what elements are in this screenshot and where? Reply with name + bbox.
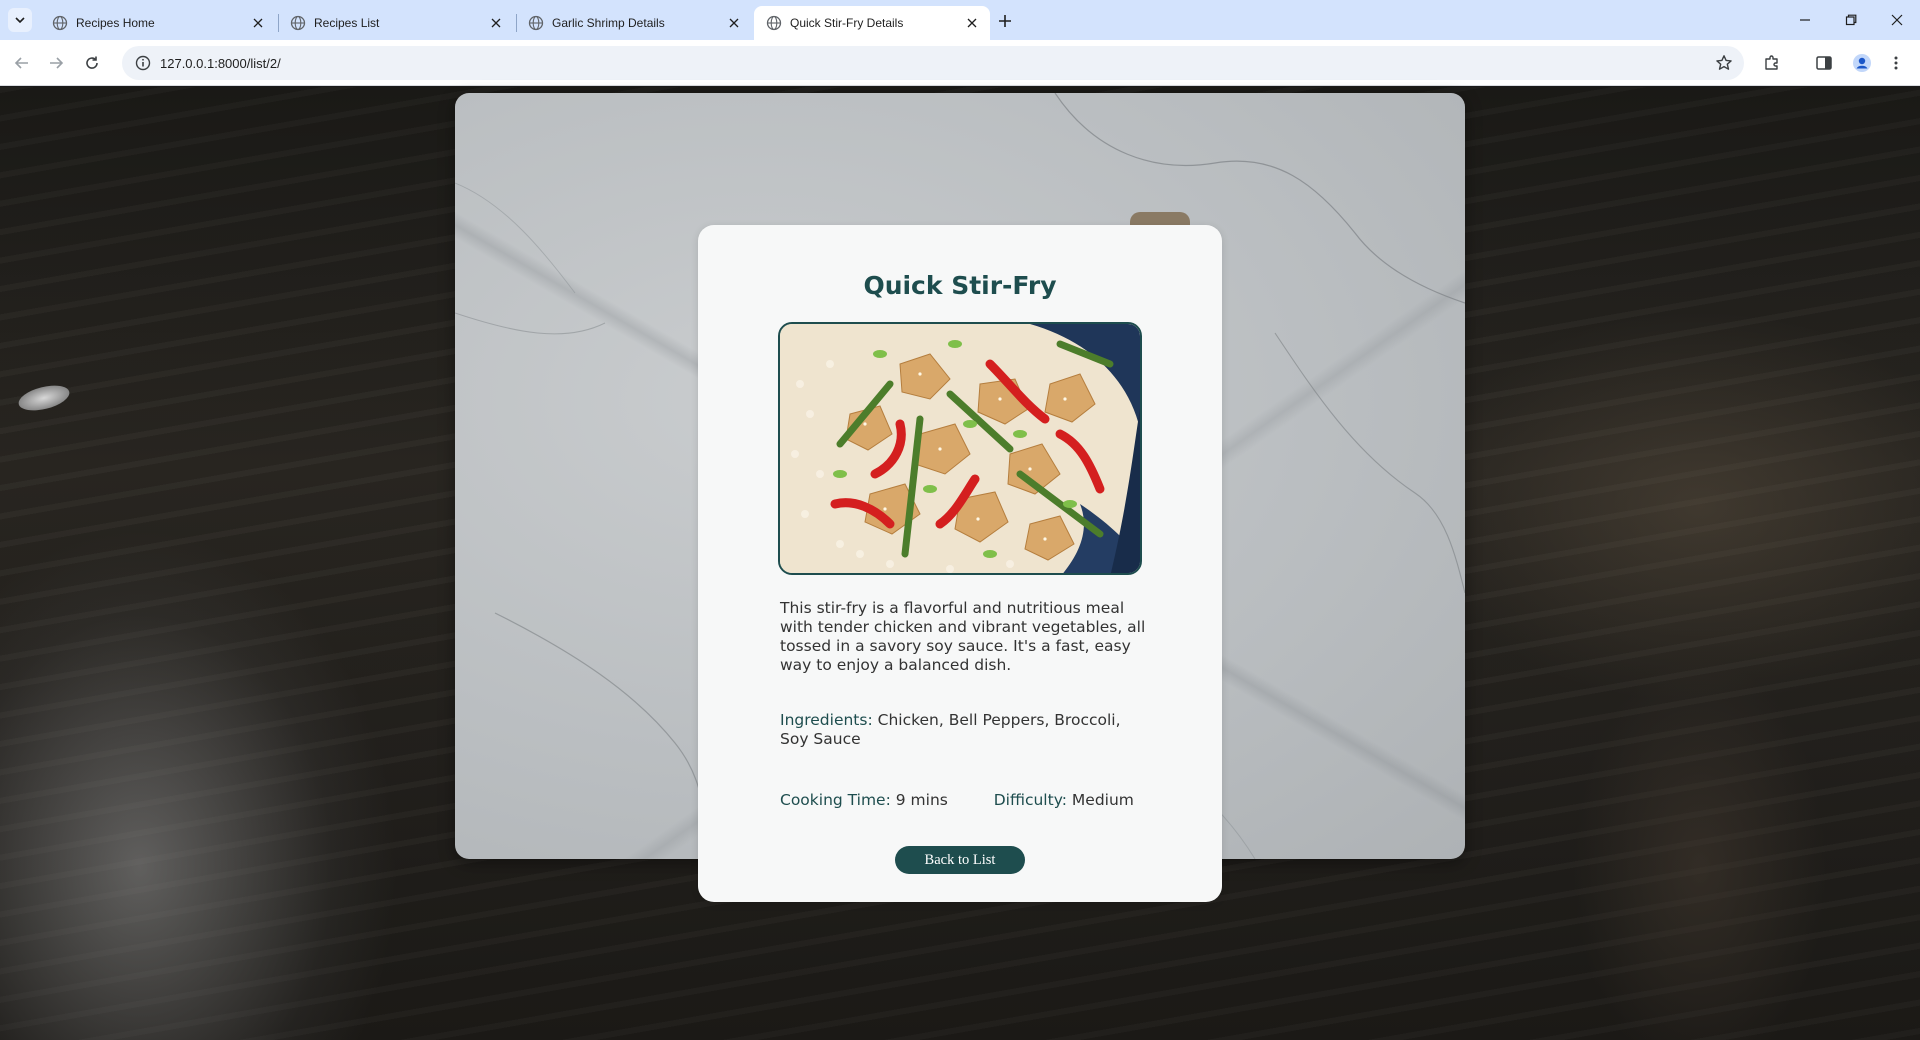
bookmark-star-icon[interactable] (1714, 53, 1734, 73)
close-icon (1891, 14, 1903, 26)
back-button[interactable] (10, 51, 34, 75)
tab-title: Quick Stir-Fry Details (790, 16, 904, 30)
close-icon[interactable] (964, 15, 980, 31)
tab-search-button[interactable] (8, 8, 32, 32)
extensions-button[interactable] (1760, 51, 1784, 75)
plus-icon (999, 15, 1011, 27)
recipe-ingredients: Ingredients: Chicken, Bell Peppers, Broc… (780, 711, 1150, 749)
tab-garlic-shrimp[interactable]: Garlic Shrimp Details (516, 6, 752, 40)
stir-fry-illustration (780, 324, 1140, 573)
background-lamp (16, 381, 72, 415)
globe-icon (290, 15, 306, 31)
globe-icon (766, 15, 782, 31)
new-tab-button[interactable] (993, 9, 1017, 33)
profile-button[interactable] (1850, 51, 1874, 75)
tab-quick-stir-fry[interactable]: Quick Stir-Fry Details (754, 6, 990, 40)
reload-icon (86, 56, 98, 69)
cooking-time-label: Cooking Time: (780, 791, 891, 809)
arrow-right-icon (50, 57, 64, 69)
tab-title: Garlic Shrimp Details (552, 16, 665, 30)
side-panel-button[interactable] (1812, 51, 1836, 75)
url-text: 127.0.0.1:8000/list/2/ (160, 55, 281, 71)
tab-title: Recipes Home (76, 16, 155, 30)
recipe-title: Quick Stir-Fry (863, 271, 1057, 300)
tab-title: Recipes List (314, 16, 380, 30)
menu-button[interactable] (1884, 51, 1908, 75)
arrow-left-icon (14, 57, 28, 69)
globe-icon (52, 15, 68, 31)
chevron-down-icon (15, 17, 25, 24)
browser-toolbar: 127.0.0.1:8000/list/2/ (0, 40, 1920, 86)
cooking-time-value: 9 mins (895, 791, 948, 809)
close-icon[interactable] (250, 15, 266, 31)
address-bar[interactable]: 127.0.0.1:8000/list/2/ (122, 46, 1744, 80)
tab-strip: Recipes Home Recipes List Garlic Shrimp … (0, 0, 1920, 40)
kebab-menu-icon (1894, 56, 1898, 70)
recipe-image (778, 322, 1142, 575)
tab-recipes-home[interactable]: Recipes Home (40, 6, 276, 40)
recipe-meta: Cooking Time: 9 mins Difficulty: Medium (780, 791, 1180, 809)
close-icon[interactable] (726, 15, 742, 31)
info-icon[interactable] (126, 46, 160, 80)
puzzle-icon (1765, 55, 1778, 70)
avatar-icon (1853, 54, 1871, 72)
minimize-icon (1800, 19, 1810, 21)
forward-button[interactable] (44, 51, 68, 75)
ingredients-label: Ingredients: (780, 711, 873, 729)
close-window-button[interactable] (1874, 0, 1920, 40)
recipe-card: Quick Stir-Fry This stir-fry is a flavor… (698, 225, 1222, 902)
globe-icon (528, 15, 544, 31)
reload-button[interactable] (80, 51, 104, 75)
restore-icon (1845, 14, 1857, 26)
tab-recipes-list[interactable]: Recipes List (278, 6, 514, 40)
minimize-button[interactable] (1782, 0, 1828, 40)
back-to-list-button[interactable]: Back to List (895, 846, 1025, 874)
side-panel-icon (1816, 56, 1832, 70)
close-icon[interactable] (488, 15, 504, 31)
difficulty-value: Medium (1071, 791, 1134, 809)
difficulty-label: Difficulty: (993, 791, 1067, 809)
recipe-description: This stir-fry is a flavorful and nutriti… (780, 599, 1146, 674)
restore-button[interactable] (1828, 0, 1874, 40)
